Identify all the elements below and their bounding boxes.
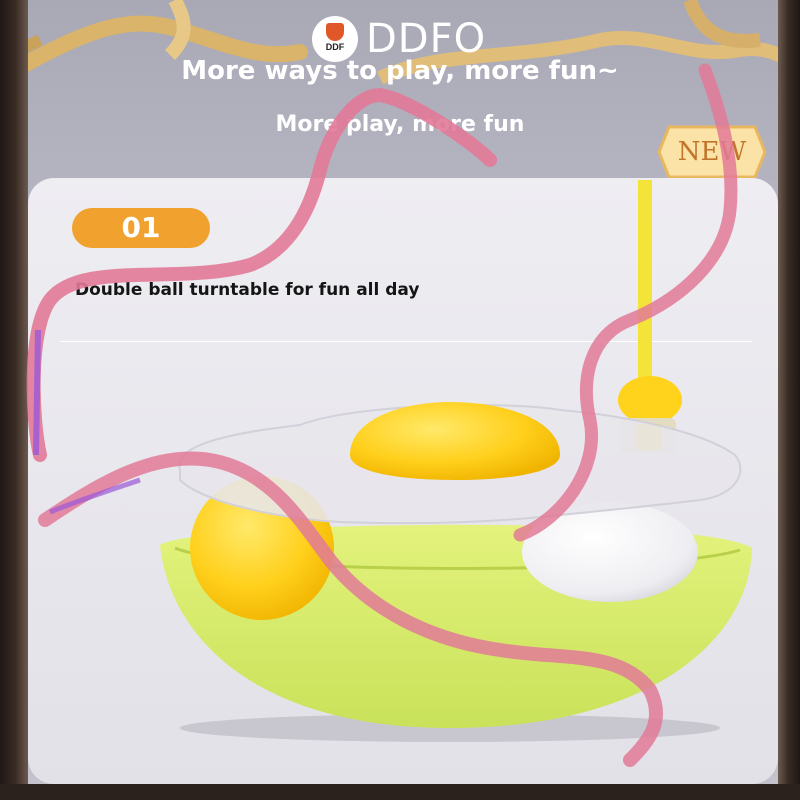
product-image: DDF DDFO More ways to play, more fun~ Mo… <box>0 0 800 800</box>
pink-ribbon-decoration <box>26 63 738 767</box>
